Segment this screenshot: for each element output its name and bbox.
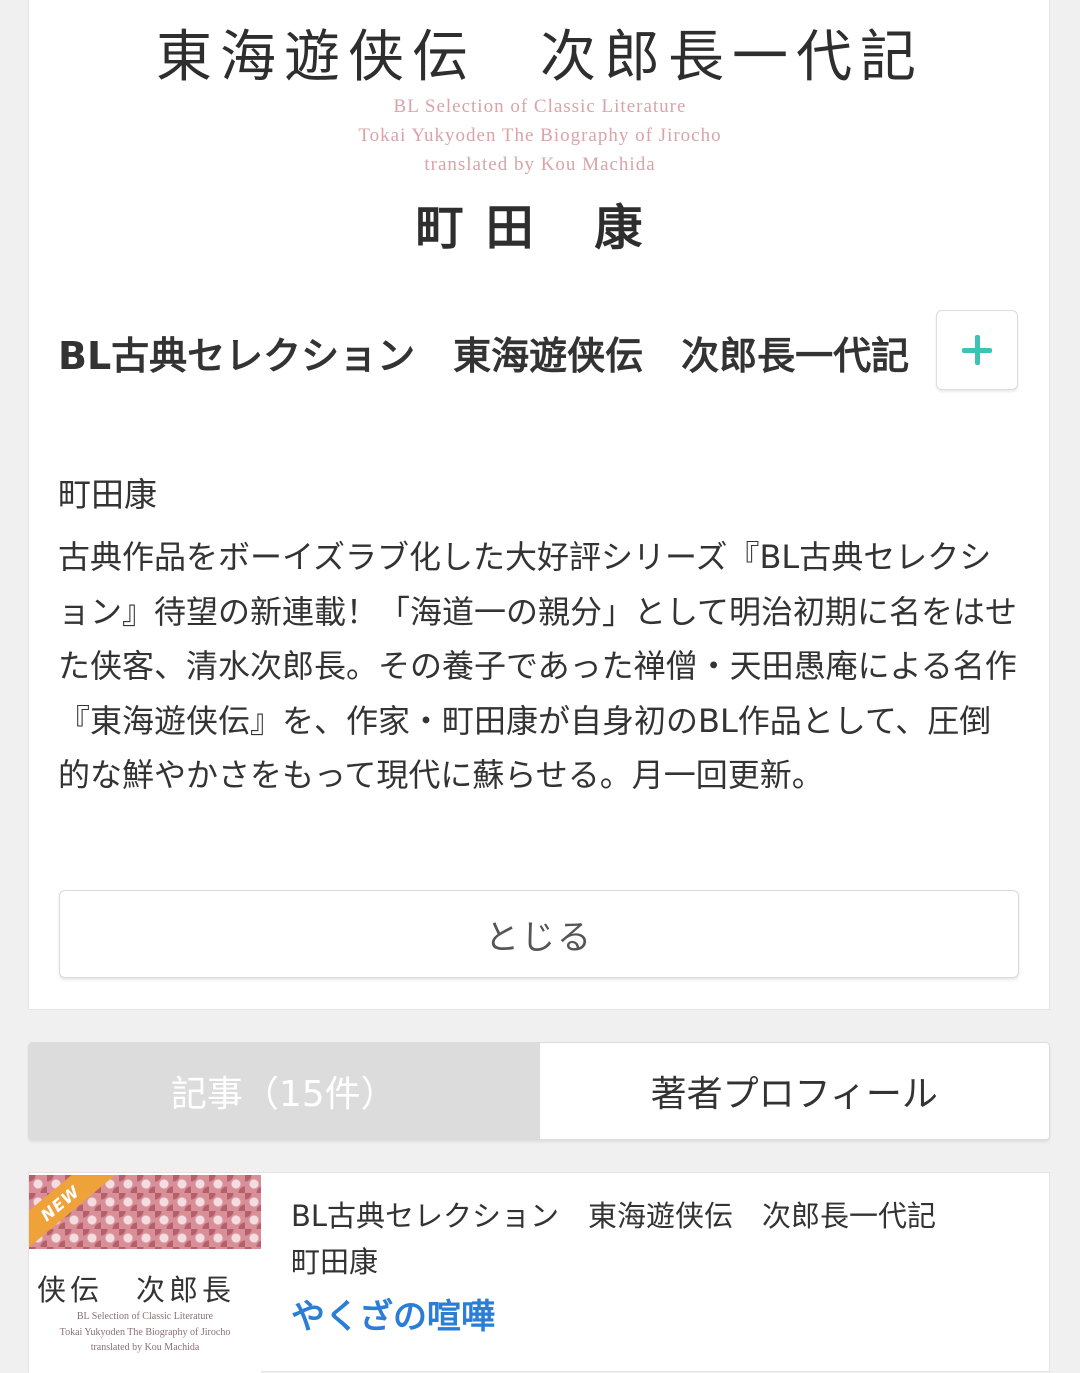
series-title: BL古典セレクション 東海遊侠伝 次郎長一代記 (58, 334, 910, 378)
series-card (28, 0, 1050, 1010)
thumbnail-subtitle-line1: BL Selection of Classic Literature (76, 1311, 214, 1322)
close-button[interactable]: とじる (59, 890, 1019, 978)
cover-subtitle-line2: Tokai Yukyoden The Biography of Jirocho (358, 125, 722, 146)
article-title-link[interactable]: やくざの喧嘩 (291, 1289, 495, 1338)
tab-bar: 記事（15件） 著者プロフィール (28, 1042, 1050, 1140)
series-author[interactable]: 町田康 (58, 468, 157, 516)
series-description: 古典作品をボーイズラブ化した大好評シリーズ『BL古典セレクション』待望の新連載！… (58, 538, 1018, 794)
add-favorite-button[interactable] (936, 310, 1018, 390)
thumbnail-subtitle-line3: translated by Kou Machida (90, 1342, 200, 1353)
tab-author-profile[interactable]: 著者プロフィール (538, 1043, 1049, 1139)
tab-articles[interactable]: 記事（15件） (29, 1043, 539, 1139)
article-thumbnail[interactable]: NEW 侠伝 次郎長 BL Selection of Classic Liter… (29, 1175, 261, 1373)
article-list-item[interactable]: NEW 侠伝 次郎長 BL Selection of Classic Liter… (28, 1172, 1050, 1373)
article-series-name: BL古典セレクション 東海遊侠伝 次郎長一代記 (291, 1199, 937, 1233)
cover-title: 東海遊侠伝 次郎長一代記 (156, 25, 924, 90)
cover-author: 町田 康 (415, 200, 665, 256)
thumbnail-title: 侠伝 次郎長 (37, 1273, 236, 1307)
cover-subtitle-line1: BL Selection of Classic Literature (393, 96, 687, 117)
article-author: 町田康 (291, 1245, 379, 1279)
thumbnail-subtitle-line2: Tokai Yukyoden The Biography of Jirocho (59, 1327, 231, 1338)
cover-subtitle-line3: translated by Kou Machida (424, 154, 656, 175)
plus-icon (962, 335, 992, 365)
